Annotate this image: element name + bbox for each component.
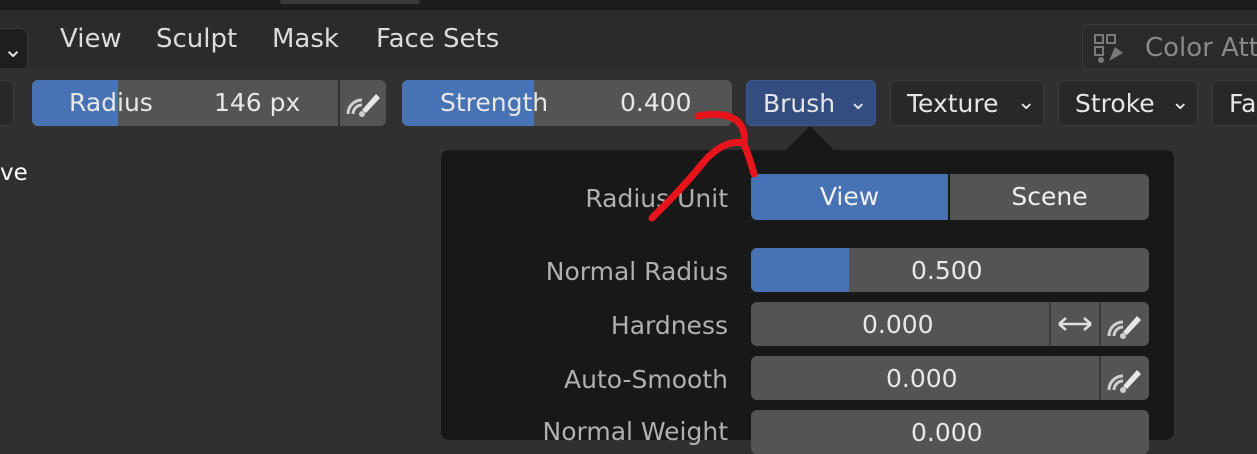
- hardness-field[interactable]: 0.000: [751, 302, 1149, 346]
- radius-value: 146 px: [214, 88, 301, 117]
- chevron-down-icon: ⌄: [1171, 90, 1190, 115]
- red-annotation-stroke: [648, 110, 758, 222]
- pen-pressure-icon: [346, 94, 380, 117]
- texture-dropdown-label: Texture: [907, 89, 999, 118]
- top-strip: [0, 0, 1257, 10]
- color-attribute-selector[interactable]: Color Attri: [1082, 24, 1257, 70]
- side-panel-text: ve: [0, 160, 28, 186]
- popover-arrow: [786, 126, 834, 150]
- normal-weight-field[interactable]: 0.000: [751, 410, 1149, 454]
- auto-smooth-field[interactable]: 0.000: [751, 356, 1149, 400]
- radius-unit-view-option[interactable]: View: [751, 174, 948, 220]
- hardness-value: 0.000: [862, 310, 934, 339]
- radius-pressure-button[interactable]: [340, 80, 386, 126]
- menu-bar: ⌄ View Sculpt Mask Face Sets Color Attri: [0, 10, 1257, 72]
- falloff-dropdown-label: Fa: [1229, 89, 1257, 118]
- chevron-down-icon: ⌄: [3, 35, 24, 63]
- normal-radius-label: Normal Radius: [545, 257, 728, 286]
- chevron-down-icon: ⌄: [1017, 90, 1036, 115]
- menu-view[interactable]: View: [60, 24, 122, 54]
- falloff-dropdown[interactable]: Fa: [1212, 80, 1257, 126]
- color-attribute-label: Color Attri: [1145, 33, 1257, 63]
- radius-slider[interactable]: Radius 146 px: [32, 80, 338, 126]
- mode-dropdown[interactable]: ⌄: [0, 28, 28, 72]
- auto-smooth-value: 0.000: [886, 364, 958, 393]
- texture-dropdown[interactable]: Texture ⌄: [890, 80, 1044, 126]
- pen-pressure-icon[interactable]: [1101, 302, 1147, 346]
- menu-mask[interactable]: Mask: [272, 24, 339, 54]
- stroke-dropdown[interactable]: Stroke ⌄: [1058, 80, 1198, 126]
- left-dropdown[interactable]: [0, 80, 14, 126]
- chevron-down-icon: ⌄: [849, 90, 868, 115]
- invert-arrow-icon[interactable]: [1055, 312, 1095, 336]
- radius-unit-scene-option[interactable]: Scene: [950, 174, 1149, 220]
- auto-smooth-label: Auto-Smooth: [564, 365, 728, 394]
- normal-radius-fill: [751, 248, 849, 292]
- color-attribute-icon: [1094, 34, 1123, 63]
- radius-unit-view-label: View: [819, 182, 880, 211]
- radius-label: Radius: [69, 88, 153, 117]
- stroke-dropdown-label: Stroke: [1075, 89, 1155, 118]
- normal-radius-value: 0.500: [911, 256, 983, 285]
- menu-sculpt[interactable]: Sculpt: [156, 24, 237, 54]
- menu-face-sets[interactable]: Face Sets: [376, 24, 499, 54]
- brush-dropdown-label: Brush: [763, 89, 836, 118]
- pen-pressure-icon[interactable]: [1101, 356, 1147, 400]
- strength-label: Strength: [440, 88, 549, 117]
- radius-unit-scene-label: Scene: [1011, 182, 1088, 211]
- normal-radius-slider[interactable]: 0.500: [751, 248, 1149, 292]
- normal-weight-value: 0.000: [911, 418, 983, 447]
- hardness-label: Hardness: [610, 311, 728, 340]
